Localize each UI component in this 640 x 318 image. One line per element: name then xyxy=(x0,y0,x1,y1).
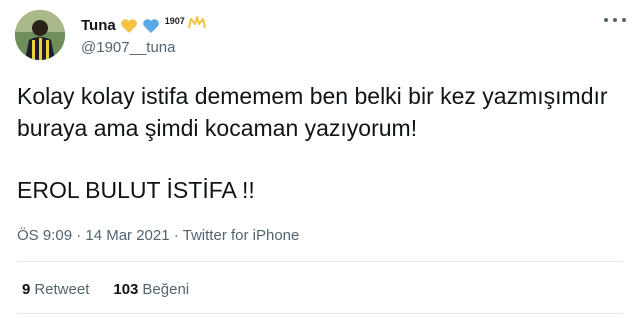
display-name[interactable]: Tuna xyxy=(81,17,116,34)
tweet-header: Tuna 1907 @1907__tuna xyxy=(15,10,206,60)
badge-text: 1907 xyxy=(164,15,185,26)
tweet-stats: 9 Retweet 103 Beğeni xyxy=(22,281,213,298)
retweet-stat[interactable]: 9 Retweet xyxy=(22,281,89,298)
tweet-card: Tuna 1907 @1907__tuna Kolay kolay istifa… xyxy=(0,0,640,318)
user-names: Tuna 1907 @1907__tuna xyxy=(81,15,206,56)
retweet-label: Retweet xyxy=(34,281,90,298)
divider xyxy=(17,261,623,262)
like-label: Beğeni xyxy=(142,281,190,298)
tweet-line-3: EROL BULUT İSTİFA !! xyxy=(17,177,255,203)
tweet-text: Kolay kolay istifa dememem ben belki bir… xyxy=(17,80,627,206)
tweet-line-1: Kolay kolay istifa dememem ben belki bir… xyxy=(17,83,608,109)
tweet-timestamp[interactable]: ÖS 9:09 · 14 Mar 2021 · Twitter for iPho… xyxy=(17,227,299,244)
tweet-line-2: buraya ama şimdi kocaman yazıyorum! xyxy=(17,115,418,141)
like-count: 103 xyxy=(113,281,139,298)
divider-bottom xyxy=(17,313,623,314)
avatar[interactable] xyxy=(15,10,65,60)
yellow-heart-icon xyxy=(120,18,138,34)
crown-icon xyxy=(187,15,206,30)
blue-heart-icon xyxy=(142,18,160,34)
name-row: Tuna 1907 xyxy=(81,15,206,37)
user-handle[interactable]: @1907__tuna xyxy=(81,39,206,56)
more-options-icon[interactable] xyxy=(604,14,626,26)
retweet-count: 9 xyxy=(22,281,31,298)
like-stat[interactable]: 103 Beğeni xyxy=(113,281,189,298)
